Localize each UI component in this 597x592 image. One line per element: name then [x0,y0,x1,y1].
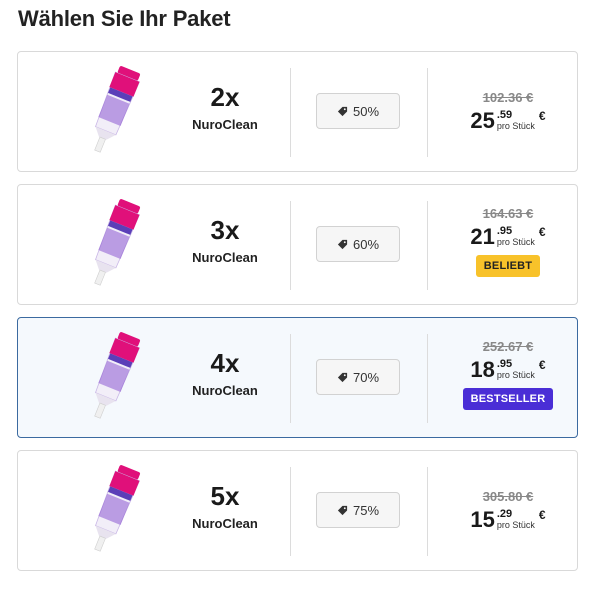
currency-symbol: € [538,225,546,239]
bestseller-badge: BESTSELLER [462,388,554,410]
per-unit-label: pro Stück [496,370,535,380]
package-option-2x[interactable]: 2x NuroClean 50% 102.36 € 25 .59 pro Stü… [17,51,578,172]
discount-value: 70% [352,369,380,385]
product-name: NuroClean [192,117,258,132]
divider [427,68,428,157]
price-decimal: .59 [496,109,513,121]
discount-badge: 60% [316,226,400,262]
discount-value: 75% [352,502,380,518]
discount-badge: 50% [316,93,400,129]
divider [290,68,291,157]
price-integer: 18 [470,357,495,382]
discount-badge: 70% [316,359,400,395]
price-integer: 15 [470,507,495,532]
divider [427,467,428,556]
page-title: Wählen Sie Ihr Paket [18,6,231,31]
currency-symbol: € [538,508,546,522]
old-price: 102.36 € [482,90,534,105]
package-quantity: 3x [210,215,240,245]
old-price: 164.63 € [482,206,534,221]
currency-symbol: € [538,109,546,123]
package-list: 2x NuroClean 50% 102.36 € 25 .59 pro Stü… [17,51,578,583]
price-integer: 25 [470,108,495,133]
price-decimal: .95 [496,225,513,237]
divider [290,467,291,556]
currency-symbol: € [538,358,546,372]
product-name: NuroClean [192,383,258,398]
divider [290,334,291,423]
old-price: 305.80 € [482,489,534,504]
package-quantity: 2x [210,82,240,112]
product-tube-image [94,332,141,419]
package-option-3x[interactable]: 3x NuroClean 60% 164.63 € 21 .95 pro Stü… [17,184,578,305]
tag-icon [337,372,348,382]
popular-badge: BELIEBT [475,255,541,277]
package-option-5x[interactable]: 5x NuroClean 75% 305.80 € 15 .29 pro Stü… [17,450,578,571]
tag-icon [337,106,348,116]
product-tube-image [94,66,141,153]
per-unit-label: pro Stück [496,237,535,247]
product-tube-image [94,199,141,286]
divider [427,334,428,423]
divider [427,201,428,290]
price-integer: 21 [470,224,495,249]
tag-icon [337,239,348,249]
per-unit-label: pro Stück [496,520,535,530]
package-quantity: 5x [210,481,240,511]
product-name: NuroClean [192,250,258,265]
product-name: NuroClean [192,516,258,531]
price-decimal: .29 [496,508,513,520]
product-tube-image [94,465,141,552]
discount-value: 50% [352,103,380,119]
discount-value: 60% [352,236,380,252]
package-option-4x[interactable]: 4x NuroClean 70% 252.67 € 18 .95 pro Stü… [17,317,578,438]
price-decimal: .95 [496,358,513,370]
package-quantity: 4x [210,348,240,378]
divider [290,201,291,290]
old-price: 252.67 € [482,339,534,354]
per-unit-label: pro Stück [496,121,535,131]
discount-badge: 75% [316,492,400,528]
tag-icon [337,505,348,515]
